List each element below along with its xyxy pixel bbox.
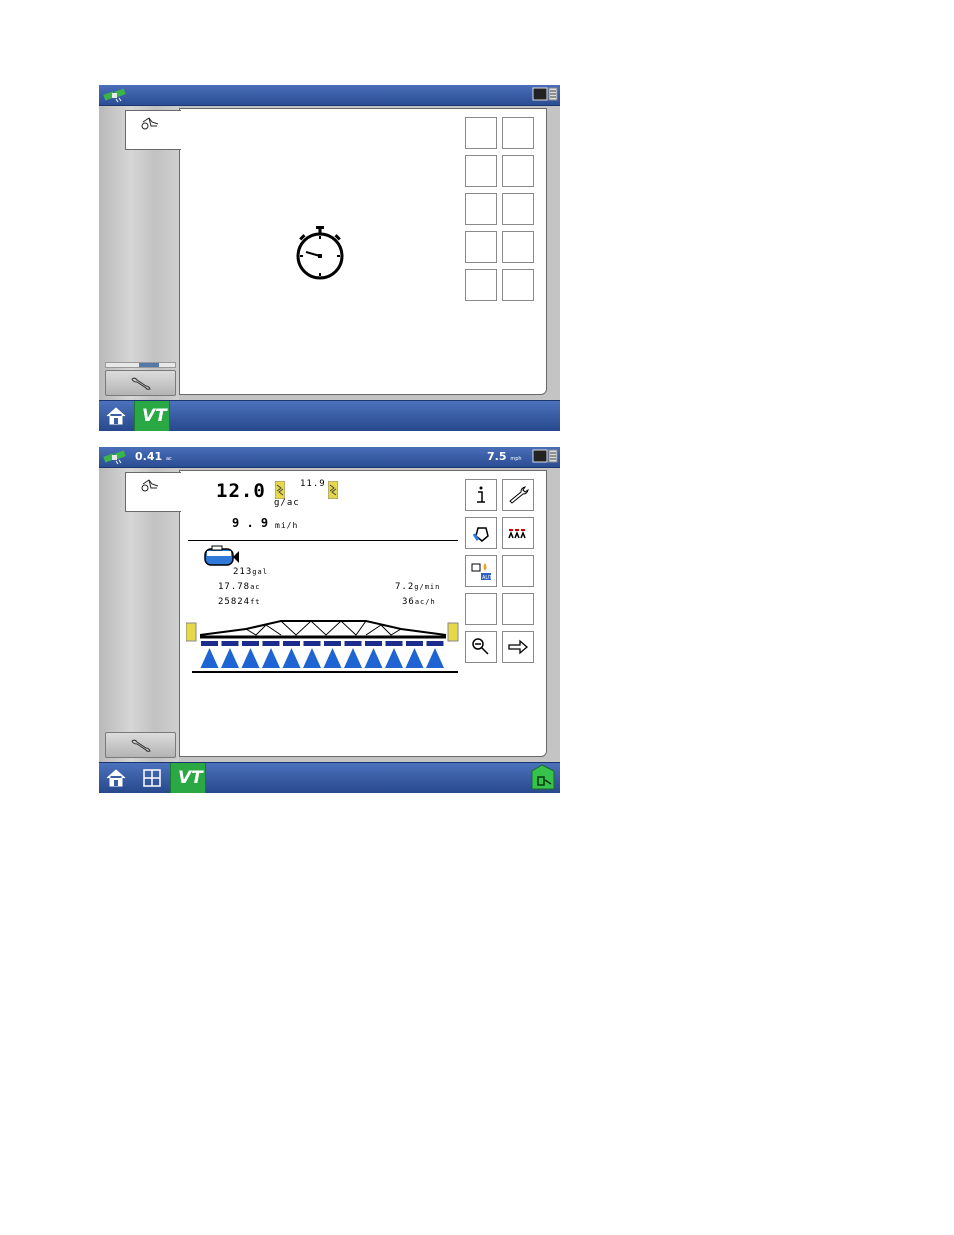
distance: 25824ft (218, 597, 261, 607)
empty-button[interactable] (502, 269, 534, 301)
spray-nozzle (200, 648, 219, 668)
fill-tank-icon (472, 527, 489, 542)
wrench-icon (131, 739, 151, 752)
satellite-icon[interactable] (102, 87, 130, 103)
display-screen-2: 0.41 ac 7.5 mph 12.0 11.9 g/ac 9 . 9 mi/… (99, 447, 560, 793)
boom-section (262, 641, 280, 646)
empty-button[interactable] (465, 593, 497, 625)
flow-rate: 7.2g/min (395, 582, 441, 592)
boom-sections-button[interactable] (502, 517, 534, 549)
tank-volume: 213gal (233, 567, 268, 577)
spray-nozzle (344, 648, 362, 668)
speed-readout: 7.5 mph (487, 450, 522, 463)
spray-nozzle (364, 648, 383, 668)
boom-left-adjust-icon (186, 622, 197, 642)
zoom-out-button[interactable] (465, 631, 497, 663)
vt-button[interactable]: VT (170, 763, 206, 793)
empty-button[interactable] (502, 155, 534, 187)
divider (188, 540, 458, 541)
home-icon[interactable] (99, 763, 133, 793)
info-button[interactable] (465, 479, 497, 511)
spray-nozzle (282, 648, 301, 668)
boom-section (344, 641, 362, 646)
wrench-icon (131, 377, 151, 390)
next-arrow-icon (508, 639, 528, 655)
window-layout-icon[interactable] (532, 449, 558, 464)
empty-button[interactable] (465, 155, 497, 187)
info-icon (477, 486, 485, 503)
left-sidebar (99, 106, 179, 400)
split-screen-icon[interactable] (135, 763, 169, 793)
rate-unit: g/ac (274, 498, 300, 508)
stopwatch-icon (296, 226, 344, 280)
empty-button[interactable] (502, 193, 534, 225)
boom-section (283, 641, 300, 646)
boom-section (324, 641, 341, 646)
boom-section (406, 641, 423, 646)
boom-section (303, 641, 321, 646)
zoom-out-icon (472, 638, 489, 655)
empty-button[interactable] (502, 555, 534, 587)
setup-wrench-button[interactable] (105, 370, 176, 396)
spray-nozzle (262, 648, 280, 668)
satellite-icon[interactable] (102, 449, 130, 465)
left-sidebar (99, 468, 179, 762)
spray-nozzle (303, 648, 321, 668)
scroll-indicator[interactable] (105, 362, 176, 368)
rate-adjust-icon[interactable] (328, 481, 338, 499)
fill-tank-button[interactable] (465, 517, 497, 549)
bottom-bar: VT (99, 400, 560, 431)
boom-section (201, 641, 218, 646)
empty-button[interactable] (465, 117, 497, 149)
boom-right-adjust-icon (447, 622, 459, 642)
boom-section (221, 641, 239, 646)
svg-text:AUTO: AUTO (482, 575, 492, 581)
setup-wrench-button[interactable] (105, 732, 176, 758)
spray-nozzle (385, 648, 403, 668)
empty-button[interactable] (465, 269, 497, 301)
actual-rate: 11.9 (300, 479, 326, 489)
boom-sections-icon (508, 529, 526, 539)
gps-status-icon[interactable] (528, 763, 558, 793)
implement-tab[interactable] (125, 472, 181, 512)
empty-button[interactable] (502, 231, 534, 263)
rate-adjust-icon[interactable] (275, 481, 285, 499)
next-page-button[interactable] (502, 631, 534, 663)
implement-tab[interactable] (125, 110, 181, 150)
target-rate: 12.0 (216, 480, 266, 502)
auto-control-icon: AUTO (471, 563, 492, 581)
boom-section (385, 641, 403, 646)
boom-section (242, 641, 259, 646)
spray-nozzle (221, 648, 239, 668)
implement-icon (141, 479, 159, 492)
boom-section (365, 641, 382, 646)
boom-section (426, 641, 444, 646)
window-layout-icon[interactable] (532, 87, 558, 102)
bottom-bar: VT (99, 762, 560, 793)
tank-icon (204, 545, 239, 566)
spray-nozzle (323, 648, 342, 668)
home-icon[interactable] (99, 401, 133, 431)
area-rate: 36ac/h (402, 597, 436, 607)
wrench-icon (509, 486, 529, 504)
speed-unit: mi/h (275, 521, 299, 530)
empty-button[interactable] (502, 117, 534, 149)
empty-button[interactable] (502, 593, 534, 625)
empty-button[interactable] (465, 231, 497, 263)
empty-button[interactable] (465, 193, 497, 225)
settings-wrench-button[interactable] (502, 479, 534, 511)
ground-speed: 9 . 9 (232, 516, 269, 530)
area-readout: 0.41 ac (135, 450, 172, 463)
boom-display (186, 620, 459, 673)
spray-nozzle (241, 648, 260, 668)
vt-button[interactable]: VT (134, 401, 170, 431)
status-bar (99, 85, 560, 106)
area-applied: 17.78ac (218, 582, 261, 592)
implement-icon (141, 117, 159, 130)
display-screen-1: VT (99, 85, 560, 431)
auto-control-button[interactable]: AUTO (465, 555, 497, 587)
spray-nozzle (426, 648, 444, 668)
spray-nozzle (405, 648, 424, 668)
status-bar: 0.41 ac 7.5 mph (99, 447, 560, 468)
